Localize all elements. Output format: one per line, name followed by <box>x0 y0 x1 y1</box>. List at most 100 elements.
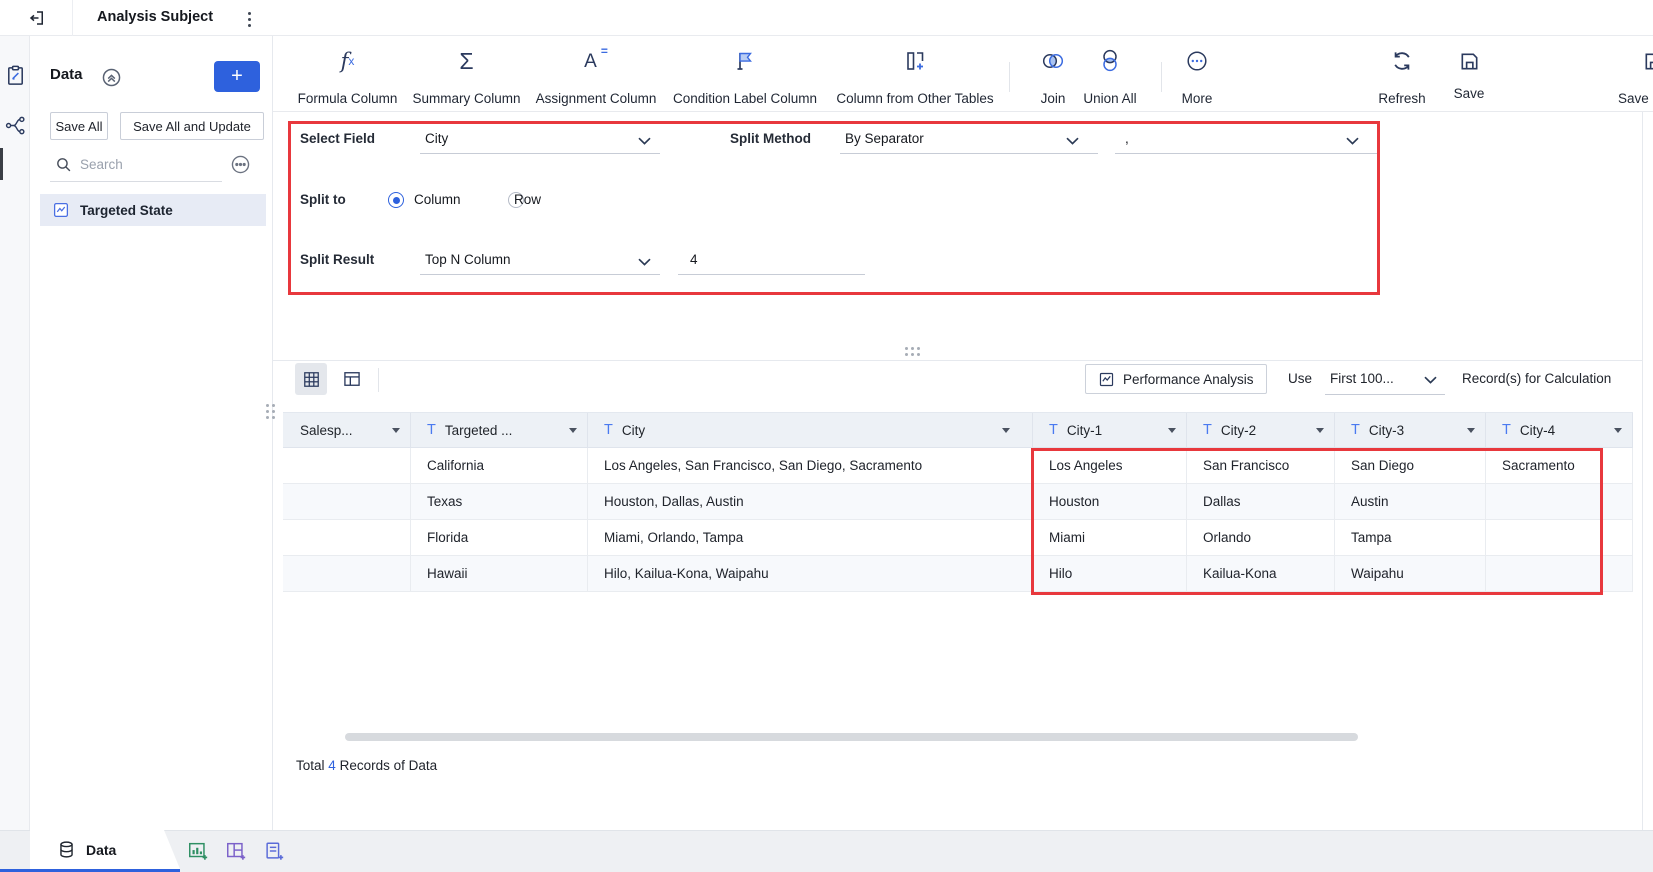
column-menu-icon[interactable] <box>1467 427 1475 433</box>
search-input[interactable]: Search <box>80 157 123 172</box>
column-header-targeted-state[interactable]: T Targeted ... <box>411 413 588 448</box>
table-cell: Texas <box>411 484 588 520</box>
column-header-city-2[interactable]: T City-2 <box>1187 413 1335 448</box>
table-cell: Orlando <box>1187 520 1335 556</box>
column-header-salesperson[interactable]: Salesp... <box>283 413 411 448</box>
search-options-icon[interactable] <box>230 154 251 175</box>
column-add-icon <box>903 48 927 74</box>
grid-view-button[interactable] <box>295 363 327 395</box>
column-header-city-4[interactable]: T City-4 <box>1486 413 1633 448</box>
column-menu-icon[interactable] <box>1316 427 1324 433</box>
toolbar-separator <box>1161 62 1162 92</box>
toolbar-column-from-other-tables[interactable]: Column from Other Tables <box>830 48 1000 106</box>
assignment-icon: A = <box>584 44 608 72</box>
table-cell: Kailua-Kona <box>1187 556 1335 592</box>
panel-resize-handle[interactable] <box>266 404 275 419</box>
save-all-button[interactable]: Save All <box>50 112 108 140</box>
performance-analysis-button[interactable]: Performance Analysis <box>1085 364 1267 394</box>
table-cell: San Diego <box>1335 448 1486 484</box>
table-row: Texas Houston, Dallas, Austin Houston Dalla… <box>283 484 1633 520</box>
table-cell: Dallas <box>1187 484 1335 520</box>
controls-divider <box>378 368 379 392</box>
column-menu-icon[interactable] <box>569 427 577 433</box>
column-header-city-3[interactable]: T City-3 <box>1335 413 1486 448</box>
table-body: California Los Angeles, San Francisco, Sa… <box>283 448 1633 592</box>
column-menu-icon[interactable] <box>1002 427 1010 433</box>
table-cell <box>283 556 411 592</box>
exit-icon[interactable] <box>28 9 46 27</box>
column-header-city[interactable]: T City <box>588 413 1033 448</box>
analysis-subject-icon[interactable] <box>4 64 27 87</box>
toolbar-save-and[interactable]: Save and <box>1618 48 1653 106</box>
horizontal-scrollbar[interactable] <box>345 733 1358 741</box>
records-count-dropdown[interactable]: First 100... <box>1330 371 1394 386</box>
add-dashboard-icon[interactable] <box>224 839 248 863</box>
separator-dropdown[interactable]: , <box>1125 131 1129 146</box>
toolbar-summary-column[interactable]: Σ Summary Column <box>410 48 523 106</box>
more-icon <box>1185 48 1209 74</box>
save-icon <box>1458 48 1481 74</box>
column-menu-icon[interactable] <box>392 427 400 433</box>
separator-underline <box>1115 153 1377 154</box>
table-cell: California <box>411 448 588 484</box>
toolbar-union-all[interactable]: Union All <box>1078 48 1142 106</box>
chevron-down-icon[interactable] <box>638 137 651 145</box>
toolbar-more[interactable]: More <box>1178 48 1216 106</box>
add-chart-icon[interactable] <box>186 839 210 863</box>
select-field-dropdown[interactable]: City <box>425 131 448 146</box>
collapse-panel-icon[interactable] <box>101 67 122 88</box>
chevron-down-icon[interactable] <box>1346 137 1359 145</box>
radio-row-label[interactable]: Row <box>514 192 541 207</box>
add-data-button[interactable]: + <box>214 61 260 92</box>
sidebar-item-targeted-state[interactable]: Targeted State <box>40 194 266 226</box>
sidebar-item-label: Targeted State <box>80 202 173 218</box>
table-cell <box>283 520 411 556</box>
text-type-icon: T <box>1203 422 1212 438</box>
toolbar-join[interactable]: Join <box>1035 48 1071 106</box>
table-cell: Hilo, Kailua-Kona, Waipahu <box>588 556 1033 592</box>
split-result-underline <box>420 274 660 275</box>
table-cell: Hilo <box>1033 556 1187 592</box>
splitter-handle[interactable] <box>905 347 920 356</box>
top-n-input[interactable]: 4 <box>690 252 698 267</box>
table-row: Hawaii Hilo, Kailua-Kona, Waipahu Hilo Kail… <box>283 556 1633 592</box>
table-cell: San Francisco <box>1187 448 1335 484</box>
app-window: Analysis Subject Data + Save All Save Al <box>0 0 1653 872</box>
table-row: California Los Angeles, San Francisco, Sa… <box>283 448 1633 484</box>
data-panel-title: Data <box>50 66 83 83</box>
radio-column[interactable] <box>388 192 404 208</box>
split-to-label: Split to <box>300 192 346 207</box>
tab-data[interactable]: Data <box>30 830 180 869</box>
split-result-dropdown[interactable]: Top N Column <box>425 252 511 267</box>
use-label: Use <box>1288 371 1313 386</box>
add-report-icon[interactable] <box>262 839 286 863</box>
save-all-update-button[interactable]: Save All and Update <box>120 112 264 140</box>
radio-column-label[interactable]: Column <box>414 192 461 207</box>
split-method-dropdown[interactable]: By Separator <box>845 131 924 146</box>
rail-scrollbar-thumb[interactable] <box>0 148 3 180</box>
table-cell: Austin <box>1335 484 1486 520</box>
toolbar-formula-column[interactable]: fx Formula Column <box>295 48 400 106</box>
column-menu-icon[interactable] <box>1614 427 1622 433</box>
more-menu-icon[interactable] <box>243 8 255 30</box>
column-header-city-1[interactable]: T City-1 <box>1033 413 1187 448</box>
chevron-down-icon[interactable] <box>638 258 651 266</box>
topbar-divider <box>72 0 73 36</box>
text-type-icon: T <box>427 422 436 438</box>
column-menu-icon[interactable] <box>1168 427 1176 433</box>
relationship-icon[interactable] <box>4 114 27 137</box>
form-view-button[interactable] <box>336 363 368 395</box>
split-method-label: Split Method <box>730 131 811 146</box>
table-cell: Miami, Orlando, Tampa <box>588 520 1033 556</box>
save-and-icon <box>1642 48 1653 74</box>
performance-analysis-label: Performance Analysis <box>1123 371 1254 387</box>
chevron-down-icon[interactable] <box>1066 137 1079 145</box>
toolbar-assignment-column[interactable]: A = Assignment Column <box>534 44 658 106</box>
table-cell: Sacramento <box>1486 448 1633 484</box>
chevron-down-icon[interactable] <box>1424 376 1437 384</box>
database-icon <box>57 840 76 859</box>
toolbar-condition-label-column[interactable]: Condition Label Column <box>671 48 819 106</box>
formula-icon: fx <box>340 48 355 73</box>
toolbar-refresh[interactable]: Refresh <box>1376 48 1428 106</box>
total-count: 4 <box>328 758 336 773</box>
